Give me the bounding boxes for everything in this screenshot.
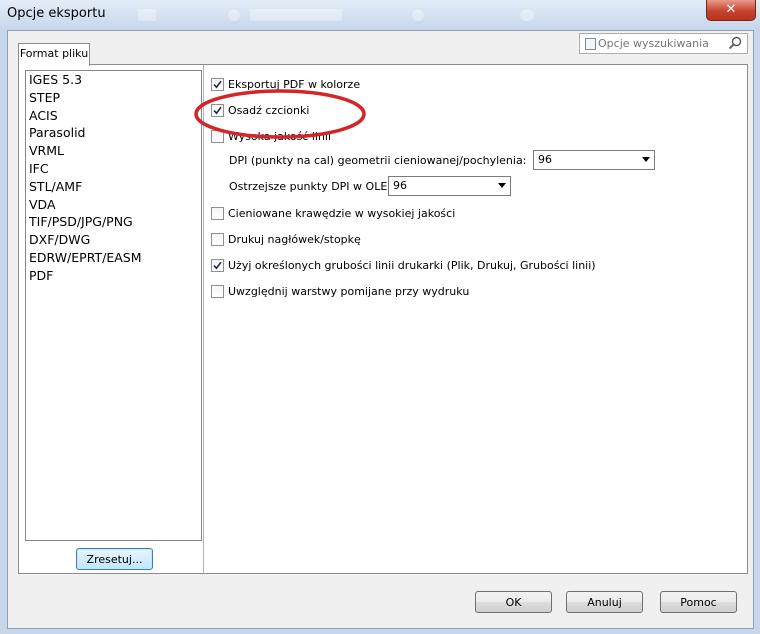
panel-divider [203,65,204,573]
tab-format-pliku[interactable]: Format pliku [18,43,90,66]
checkbox-include-skipped-layers[interactable] [211,285,224,298]
list-item[interactable]: ACIS [26,107,201,125]
list-item[interactable]: VRML [26,142,201,160]
dialog-body: Format pliku IGES 5.3 STEP ACIS Parasoli… [7,30,754,629]
list-item[interactable]: IFC [26,160,201,178]
tab-label: Format pliku [19,47,89,60]
check-icon [213,261,222,270]
close-button[interactable]: ✕ [706,0,756,21]
ok-button[interactable]: OK [475,591,552,613]
option-label: Uwzględnij warstwy pomijane przy wydruku [228,285,470,298]
list-item[interactable]: STL/AMF [26,178,201,196]
ole-dpi-value: 96 [393,179,407,192]
checkbox-print-header-footer[interactable] [211,233,224,246]
background-toolbar-ghost [250,9,342,21]
list-item[interactable]: DXF/DWG [26,231,201,249]
list-item[interactable]: EDRW/EPRT/EASM [26,249,201,267]
background-toolbar-ghost [228,9,240,21]
ole-dpi-select[interactable]: 96 [388,176,511,196]
tab-panel: IGES 5.3 STEP ACIS Parasolid VRML IFC ST… [18,64,748,574]
cancel-button[interactable]: Anuluj [566,591,643,613]
dpi-label: DPI (punkty na cal) geometrii cieniowane… [229,154,527,167]
document-icon [585,38,596,50]
list-item[interactable]: Parasolid [26,124,201,142]
background-toolbar-ghost [138,9,156,21]
dpi-value: 96 [538,153,552,166]
option-label: Użyj określonych grubości linii drukarki… [228,259,596,272]
list-item[interactable]: IGES 5.3 [26,71,201,89]
close-icon: ✕ [725,2,737,17]
list-item-pdf-selected[interactable]: PDF [26,267,201,285]
title-bar: Opcje eksportu ✕ [0,0,760,30]
option-label: Cieniowane krawędzie w wysokiej jakości [228,207,456,220]
checkbox-use-line-weights[interactable] [211,259,224,272]
checkbox-hq-shaded-edges[interactable] [211,207,224,220]
background-toolbar-ghost [412,9,424,21]
search-box[interactable] [579,33,748,54]
window-title: Opcje eksportu [7,6,106,21]
ole-dpi-label: Ostrzejsze punkty DPI w OLE: [229,180,391,193]
highlight-ellipse [194,89,366,139]
help-button[interactable]: Pomoc [660,591,737,613]
list-item[interactable]: VDA [26,196,201,214]
background-toolbar-ghost [520,9,534,21]
list-item[interactable]: TIF/PSD/JPG/PNG [26,213,201,231]
chevron-down-icon [498,183,506,188]
reset-button[interactable]: Zresetuj... [76,548,153,570]
dpi-select[interactable]: 96 [533,150,655,170]
search-icon[interactable] [728,36,742,50]
search-input[interactable] [598,35,722,51]
list-item[interactable]: STEP [26,89,201,107]
format-list[interactable]: IGES 5.3 STEP ACIS Parasolid VRML IFC ST… [25,70,202,541]
option-label: Drukuj nagłówek/stopkę [228,233,361,246]
chevron-down-icon [642,157,650,162]
